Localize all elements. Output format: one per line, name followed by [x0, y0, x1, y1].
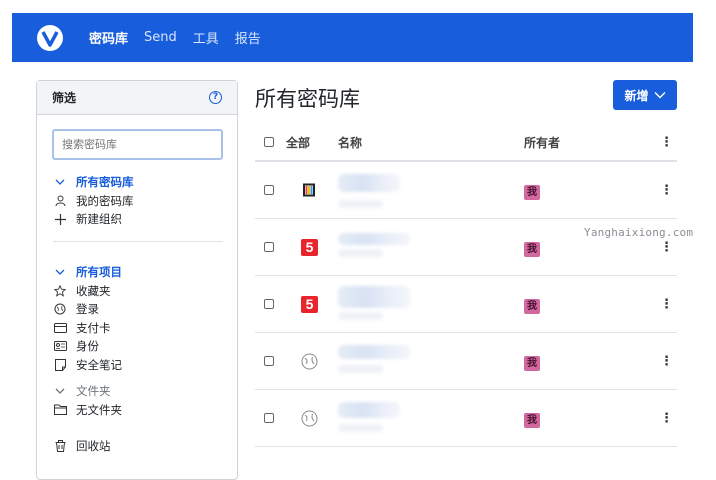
- more-options-icon[interactable]: ⋮: [656, 183, 677, 198]
- owner-badge: 我: [524, 299, 540, 314]
- filter-sidebar: 筛选 ? 所有密码库 我的密码库 新建组织 所有: [36, 80, 238, 480]
- filter-no-folder-label: 无文件夹: [76, 402, 122, 417]
- new-item-label: 新增: [624, 88, 649, 103]
- more-options-icon[interactable]: ⋮: [656, 240, 677, 255]
- filter-no-folder[interactable]: 无文件夹: [53, 401, 122, 420]
- note-icon: [53, 358, 67, 371]
- select-all-checkbox[interactable]: [264, 137, 274, 147]
- top-nav: 密码库 Send 工具 报告: [12, 13, 693, 62]
- type-filter-group: 所有项目 收藏夹 登录 支付卡 身份 安全笔记: [53, 263, 122, 374]
- header-all: 全部: [286, 135, 311, 150]
- chevron-down-icon: [53, 388, 67, 395]
- filter-folders[interactable]: 文件夹: [53, 382, 122, 401]
- trash-icon: [53, 440, 67, 453]
- filter-header: 筛选 ?: [37, 81, 237, 115]
- globe-icon: [53, 303, 67, 315]
- five-icon: 5: [286, 238, 338, 256]
- nav-reports[interactable]: 报告: [235, 28, 261, 47]
- owner-badge: 我: [524, 242, 540, 257]
- filter-identity[interactable]: 身份: [53, 337, 122, 356]
- header-more-icon[interactable]: ⋮: [656, 135, 677, 150]
- header-owner[interactable]: 所有者: [524, 134, 656, 151]
- filter-all-vaults-label: 所有密码库: [76, 175, 134, 190]
- table-row[interactable]: 我 ⋮: [255, 390, 677, 447]
- help-icon[interactable]: ?: [209, 91, 222, 104]
- user-icon: [53, 195, 67, 207]
- chevron-down-icon: [53, 269, 67, 276]
- filter-my-vault-label: 我的密码库: [76, 193, 134, 208]
- vault-filter-group: 所有密码库 我的密码库 新建组织: [53, 173, 134, 229]
- more-options-icon[interactable]: ⋮: [656, 354, 677, 369]
- bitwarden-logo-icon[interactable]: [36, 24, 64, 52]
- watermark: Yanghaixiong.com: [584, 226, 694, 239]
- id-card-icon: [53, 341, 67, 352]
- filter-login-label: 登录: [76, 302, 99, 317]
- filter-trash[interactable]: 回收站: [53, 437, 111, 456]
- owner-badge: 我: [524, 413, 540, 428]
- row-checkbox[interactable]: [264, 413, 274, 423]
- filter-secure-note[interactable]: 安全笔记: [53, 356, 122, 375]
- filter-trash-label: 回收站: [76, 439, 111, 454]
- globe-icon: [286, 353, 338, 370]
- card-icon: [53, 322, 67, 333]
- chevron-down-icon: [654, 92, 665, 99]
- filter-folders-label: 文件夹: [76, 384, 111, 399]
- filter-identity-label: 身份: [76, 339, 99, 354]
- filter-all-vaults[interactable]: 所有密码库: [53, 173, 134, 192]
- filter-new-org[interactable]: 新建组织: [53, 210, 134, 229]
- item-name[interactable]: [338, 390, 524, 446]
- more-options-icon[interactable]: ⋮: [656, 411, 677, 426]
- item-name[interactable]: [338, 219, 524, 275]
- vault-items-table: 全部 名称 所有者 ⋮ 我 ⋮ 5 我 ⋮ 5 我 ⋮ 我 ⋮ 我 ⋮: [255, 124, 677, 447]
- plus-icon: [53, 213, 67, 225]
- five-icon: 5: [286, 295, 338, 313]
- chevron-down-icon: [53, 179, 67, 186]
- filter-all-items[interactable]: 所有项目: [53, 263, 122, 282]
- row-checkbox[interactable]: [264, 185, 274, 195]
- sidebar-divider: [53, 241, 223, 242]
- page-title: 所有密码库: [255, 87, 360, 111]
- row-checkbox[interactable]: [264, 242, 274, 252]
- filter-favorites-label: 收藏夹: [76, 283, 111, 298]
- table-header: 全部 名称 所有者 ⋮: [255, 124, 677, 162]
- globe-icon: [286, 410, 338, 427]
- table-row[interactable]: 我 ⋮: [255, 333, 677, 390]
- filter-secure-note-label: 安全笔记: [76, 357, 122, 372]
- filter-all-items-label: 所有项目: [76, 265, 122, 280]
- nav-send[interactable]: Send: [144, 30, 177, 45]
- filter-favorites[interactable]: 收藏夹: [53, 282, 122, 301]
- filter-new-org-label: 新建组织: [76, 212, 122, 227]
- filter-card[interactable]: 支付卡: [53, 319, 122, 338]
- item-name[interactable]: [338, 333, 524, 389]
- owner-badge: 我: [524, 185, 540, 200]
- folder-filter-group: 文件夹 无文件夹: [53, 382, 122, 419]
- item-name[interactable]: [338, 276, 524, 332]
- filter-card-label: 支付卡: [76, 320, 111, 335]
- nav-tools[interactable]: 工具: [193, 28, 219, 47]
- more-options-icon[interactable]: ⋮: [656, 297, 677, 312]
- film-icon: [286, 182, 338, 198]
- folder-icon: [53, 404, 67, 416]
- filter-title: 筛选: [52, 91, 77, 105]
- header-name[interactable]: 名称: [338, 134, 524, 151]
- trash-filter-group: 回收站: [53, 437, 111, 456]
- row-checkbox[interactable]: [264, 356, 274, 366]
- row-checkbox[interactable]: [264, 299, 274, 309]
- filter-my-vault[interactable]: 我的密码库: [53, 192, 134, 211]
- nav-vault[interactable]: 密码库: [89, 28, 128, 47]
- filter-login[interactable]: 登录: [53, 300, 122, 319]
- table-row[interactable]: 5 我 ⋮: [255, 276, 677, 333]
- vault-search-input[interactable]: [52, 129, 223, 160]
- new-item-button[interactable]: 新增: [613, 80, 677, 110]
- star-icon: [53, 284, 67, 297]
- item-name[interactable]: [338, 162, 524, 218]
- owner-badge: 我: [524, 356, 540, 371]
- table-row[interactable]: 我 ⋮: [255, 162, 677, 219]
